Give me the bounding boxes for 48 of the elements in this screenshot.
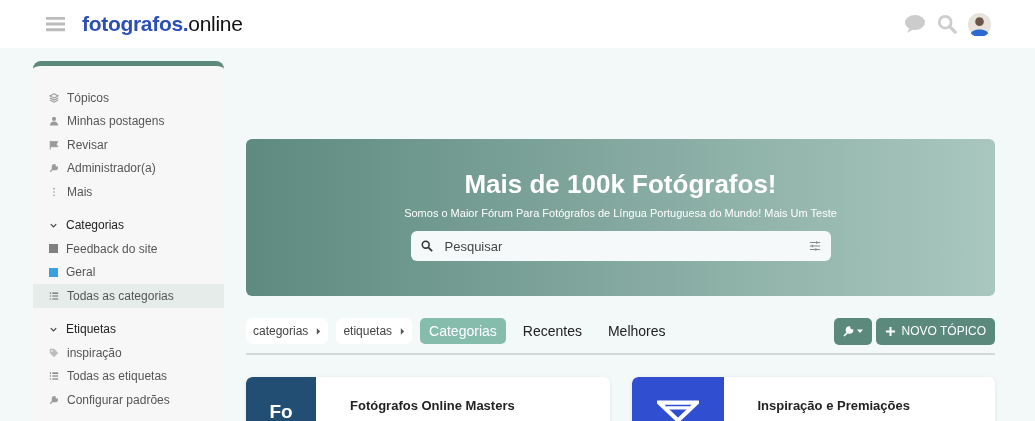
banner-subtitle: Somos o Maior Fórum Para Fotógrafos de Língua Portuguesa do Mundo! Mais Um Teste (404, 207, 837, 219)
sidebar-item[interactable]: Revisar (33, 133, 224, 157)
wrench-icon (841, 325, 864, 337)
sidebar-item[interactable]: Todas as categorias (33, 284, 224, 308)
flag-icon (49, 139, 59, 150)
search-field[interactable]: Pesquisar (410, 231, 831, 261)
sidebar-item[interactable]: Configurar padrões (33, 388, 224, 412)
emblem-icon (656, 400, 699, 421)
category-title: Fotógrafos Online Masters (349, 397, 515, 415)
sidebar-item[interactable]: Tópicos (33, 86, 224, 110)
sidebar-item[interactable]: Feedback do site (33, 237, 224, 261)
category-square-icon (49, 244, 58, 254)
filter-dropdown[interactable]: etiquetas (336, 318, 413, 344)
site-logo[interactable]: fotografos.online (82, 12, 243, 36)
admin-tools-button[interactable] (833, 317, 872, 345)
plus-icon (884, 325, 896, 337)
search-icon (420, 240, 433, 252)
layers-icon (49, 92, 59, 103)
filter-icon[interactable] (808, 240, 821, 252)
sidebar-item[interactable]: Mais (33, 180, 224, 204)
user-icon (49, 116, 59, 127)
sidebar-item[interactable]: Minhas postagens (33, 109, 224, 133)
filter-dropdown[interactable]: categorias (246, 318, 329, 344)
tag-icon (49, 347, 59, 358)
wrench-icon (49, 163, 59, 174)
list-icon (49, 290, 59, 301)
category-logo: Fo (246, 377, 316, 421)
section-header[interactable]: Categorias (33, 213, 224, 237)
category-card[interactable]: Fo Fotógrafos Online Masters (246, 377, 610, 421)
menu-icon[interactable] (46, 16, 65, 32)
sidebar-item[interactable]: Todas as etiquetas (33, 364, 224, 388)
search-input[interactable]: Pesquisar (442, 237, 799, 255)
new-topic-button[interactable]: NOVO TÓPICO (875, 317, 995, 345)
caret-icon (316, 327, 322, 335)
sidebar-item[interactable]: Geral (33, 260, 224, 284)
caret-icon (400, 327, 406, 335)
wrench-icon (49, 394, 59, 405)
category-card[interactable]: Inspiração e Premiações (631, 377, 995, 421)
list-icon (49, 371, 59, 382)
avatar[interactable] (968, 12, 991, 36)
nav-tab[interactable]: Recentes (513, 318, 591, 344)
banner-title: Mais de 100k Fotógrafos! (464, 169, 777, 200)
sidebar-item[interactable]: inspiração (33, 341, 224, 365)
category-title: Inspiração e Premiações (756, 397, 910, 415)
sidebar-item[interactable]: Administrador(a) (33, 156, 224, 180)
nav-tab[interactable]: Melhores (598, 318, 675, 344)
section-header[interactable]: Etiquetas (33, 317, 224, 341)
category-square-icon (49, 267, 58, 277)
